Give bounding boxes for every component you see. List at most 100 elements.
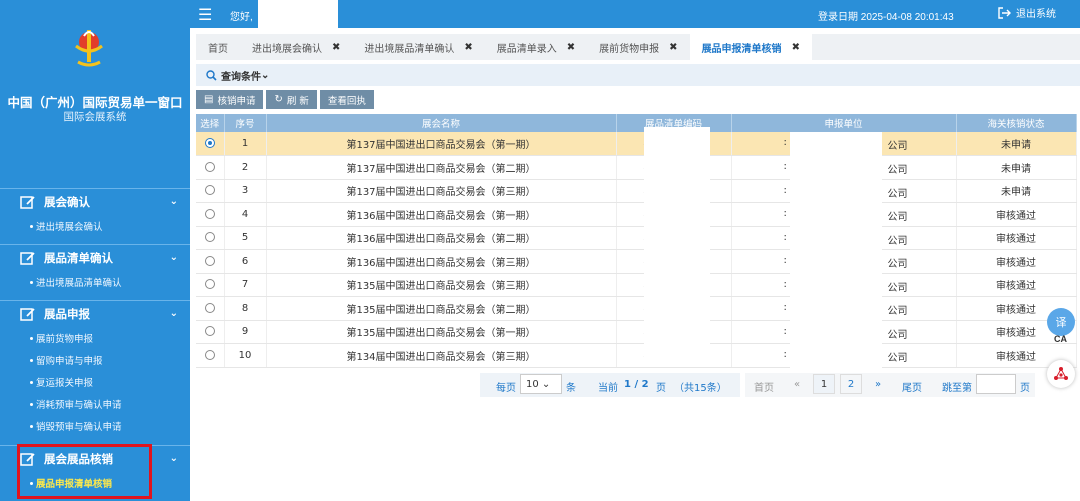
menu-head-list-confirm[interactable]: 展品清单确认 ⌄ [0, 245, 190, 271]
query-toggle[interactable]: 查询条件 ⌄ [196, 64, 1080, 86]
tab-pre-declaration[interactable]: 展前货物申报 ✖ [587, 34, 689, 60]
row-no: 4 [224, 202, 267, 227]
row-radio[interactable] [204, 349, 215, 360]
page-button-2[interactable]: 2 [840, 374, 862, 394]
last-page-button[interactable]: 尾页 [902, 379, 922, 394]
close-icon[interactable]: ✖ [792, 42, 800, 53]
row-select-cell [196, 132, 225, 156]
row-no: 7 [224, 273, 267, 297]
menu-item-list-confirm[interactable]: 进出境展品清单确认 [0, 271, 190, 293]
tab-exhibition-confirm[interactable]: 进出境展会确认 ✖ [240, 34, 352, 60]
row-no: 1 [224, 132, 267, 156]
list-icon: ▤ [204, 94, 214, 105]
per-page-unit: 条 [566, 383, 576, 394]
row-exhibition-name: 第135届中国进出口商品交易会（第一期） [266, 320, 617, 344]
chevron-down-icon: ⌄ [169, 252, 178, 263]
close-icon[interactable]: ✖ [669, 42, 677, 53]
menu-head-label: 展品申报 [44, 307, 90, 321]
menu-item-consumption[interactable]: 消耗预审与确认申请 [0, 393, 190, 415]
menu-head-declaration[interactable]: 展品申报 ⌄ [0, 301, 190, 327]
table-row[interactable]: 4第136届中国进出口商品交易会（第一期）ZI6:公司审核通过 [196, 202, 1077, 227]
logout-button[interactable]: 退出系统 [998, 5, 1056, 20]
close-icon[interactable]: ✖ [332, 42, 340, 53]
tab-list-entry[interactable]: 展品清单录入 ✖ [485, 34, 587, 60]
menu-item-exhibition-confirm[interactable]: 进出境展会确认 [0, 215, 190, 237]
close-icon[interactable]: ✖ [567, 42, 575, 53]
chevron-down-icon: ⌄ [169, 453, 178, 464]
table-row[interactable]: 7第135届中国进出口商品交易会（第三期）ZI7:公司审核通过 [196, 273, 1077, 297]
jump-unit: 页 [1020, 383, 1030, 394]
row-exhibition-name: 第136届中国进出口商品交易会（第二期） [266, 226, 617, 250]
tab-label: 首页 [208, 43, 228, 55]
close-icon[interactable]: ✖ [464, 42, 472, 53]
refresh-icon: ↻ [274, 94, 283, 105]
per-page-select[interactable]: 10 ⌄ [520, 374, 562, 394]
row-exhibition-name: 第137届中国进出口商品交易会（第二期） [266, 155, 617, 180]
page-button-1[interactable]: 1 [813, 374, 835, 394]
row-radio[interactable] [204, 161, 215, 172]
row-exhibition-name: 第135届中国进出口商品交易会（第二期） [266, 296, 617, 321]
table-row[interactable]: 1第137届中国进出口商品交易会（第一期）ZI8:公司未申请 [196, 132, 1077, 156]
tab-home[interactable]: 首页 [196, 34, 240, 60]
redacted-unit [790, 132, 882, 372]
row-status: 审核通过 [956, 202, 1077, 227]
unit-prefix: : [783, 161, 787, 172]
edit-icon [20, 196, 35, 209]
writeoff-button[interactable]: ▤ 核销申请 [196, 90, 264, 109]
menu-item-reexport[interactable]: 复运报关申报 [0, 371, 190, 393]
tab-label: 进出境展品清单确认 [364, 43, 455, 55]
first-page-button[interactable]: 首页 [754, 379, 774, 394]
menu-group-declaration: 展品申报 ⌄ 展前货物申报 留购申请与申报 复运报关申报 消耗预审与确认申请 销… [0, 300, 190, 437]
menu-toggle-icon[interactable]: ☰ [198, 5, 212, 25]
tab-label: 展品清单录入 [496, 43, 557, 55]
row-radio[interactable] [204, 326, 215, 337]
tab-label: 展前货物申报 [599, 43, 660, 55]
row-radio[interactable] [204, 185, 215, 196]
unit-suffix: 公司 [887, 329, 908, 341]
system-subtitle: 国际会展系统 [63, 111, 127, 123]
table-row[interactable]: 9第135届中国进出口商品交易会（第一期）ZI5:公司审核通过 [196, 320, 1077, 344]
edit-icon [20, 252, 35, 265]
row-radio[interactable] [204, 279, 215, 290]
row-radio[interactable] [204, 208, 215, 219]
row-exhibition-name: 第137届中国进出口商品交易会（第一期） [266, 132, 617, 156]
col-header-select: 选择 [196, 114, 225, 132]
total-count: （共15条） [674, 383, 727, 394]
view-receipt-button[interactable]: 查看回执 [319, 90, 374, 109]
unit-suffix: 公司 [887, 141, 908, 152]
row-radio[interactable] [204, 232, 215, 243]
customs-emblem-icon [75, 30, 103, 67]
table-row[interactable]: 8第135届中国进出口商品交易会（第二期）ZI6:公司审核通过 [196, 296, 1077, 321]
row-radio[interactable] [204, 302, 215, 313]
table-row[interactable]: 10第134届中国进出口商品交易会（第三期）ZI9:公司审核通过 [196, 343, 1077, 368]
translate-widget[interactable]: 译 [1047, 308, 1075, 336]
refresh-button[interactable]: ↻ 刷 新 [266, 90, 317, 109]
row-no: 9 [224, 320, 267, 344]
menu-group-list-confirm: 展品清单确认 ⌄ 进出境展品清单确认 [0, 244, 190, 293]
row-no: 10 [224, 343, 267, 368]
table-row[interactable]: 3第137届中国进出口商品交易会（第三期）ZI6:公司未申请 [196, 179, 1077, 203]
row-radio[interactable] [204, 138, 215, 148]
prev-page-button[interactable]: « [794, 379, 800, 390]
row-select-cell [196, 226, 225, 250]
network-widget[interactable] [1047, 360, 1075, 388]
tab-list-confirm[interactable]: 进出境展品清单确认 ✖ [352, 34, 484, 60]
menu-item-pre-declaration[interactable]: 展前货物申报 [0, 327, 190, 349]
unit-suffix: 公司 [887, 306, 908, 317]
unit-prefix: : [783, 184, 787, 196]
sidebar: 中国（广州）国际贸易单一窗口 国际会展系统 展会确认 ⌄ 进出境展会确认 展品清… [0, 0, 190, 501]
unit-prefix: : [783, 278, 787, 290]
jump-page-input[interactable] [976, 374, 1016, 394]
next-page-button[interactable]: » [875, 379, 881, 390]
chevron-down-icon: ⌄ [541, 379, 551, 390]
row-radio[interactable] [204, 255, 215, 266]
tab-list-writeoff[interactable]: 展品申报清单核销 ✖ [689, 34, 812, 60]
menu-item-destruction[interactable]: 销毁预审与确认申请 [0, 415, 190, 437]
menu-item-purchase[interactable]: 留购申请与申报 [0, 349, 190, 371]
table-row[interactable]: 6第136届中国进出口商品交易会（第三期）ZI4:公司审核通过 [196, 249, 1077, 274]
table-row[interactable]: 5第136届中国进出口商品交易会（第二期）ZI5:公司审核通过 [196, 226, 1077, 250]
table-row[interactable]: 2第137届中国进出口商品交易会（第二期）ZI7:公司未申请 [196, 155, 1077, 180]
menu-head-exhibition-confirm[interactable]: 展会确认 ⌄ [0, 189, 190, 215]
unit-prefix: : [783, 231, 787, 243]
row-status: 未申请 [956, 179, 1077, 203]
